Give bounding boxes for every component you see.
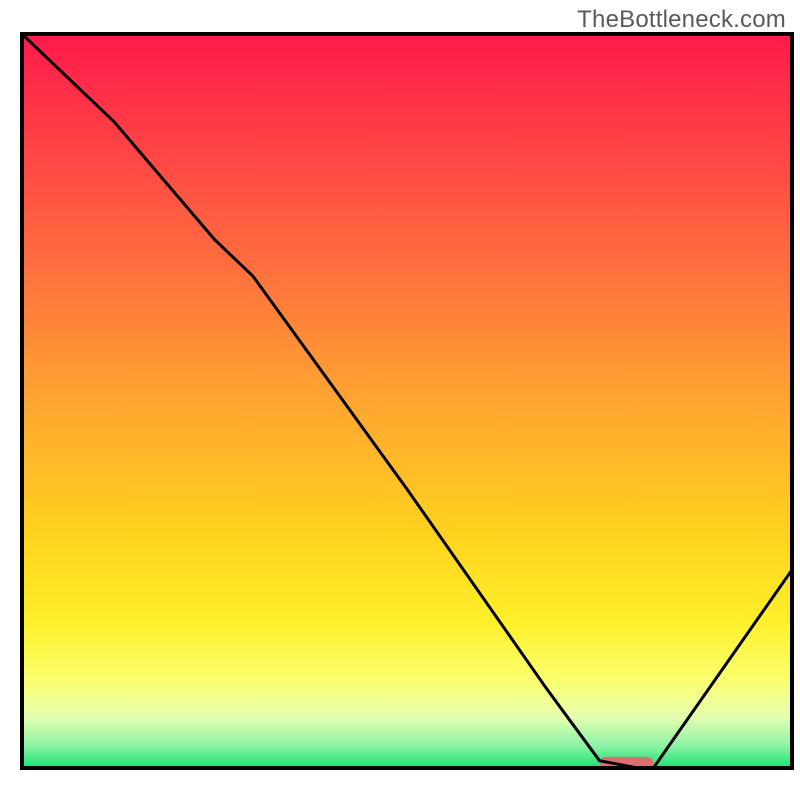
chart-canvas xyxy=(0,0,800,800)
watermark-text: TheBottleneck.com xyxy=(577,6,786,34)
gradient-background xyxy=(22,34,792,768)
bottleneck-chart: TheBottleneck.com xyxy=(0,0,800,800)
